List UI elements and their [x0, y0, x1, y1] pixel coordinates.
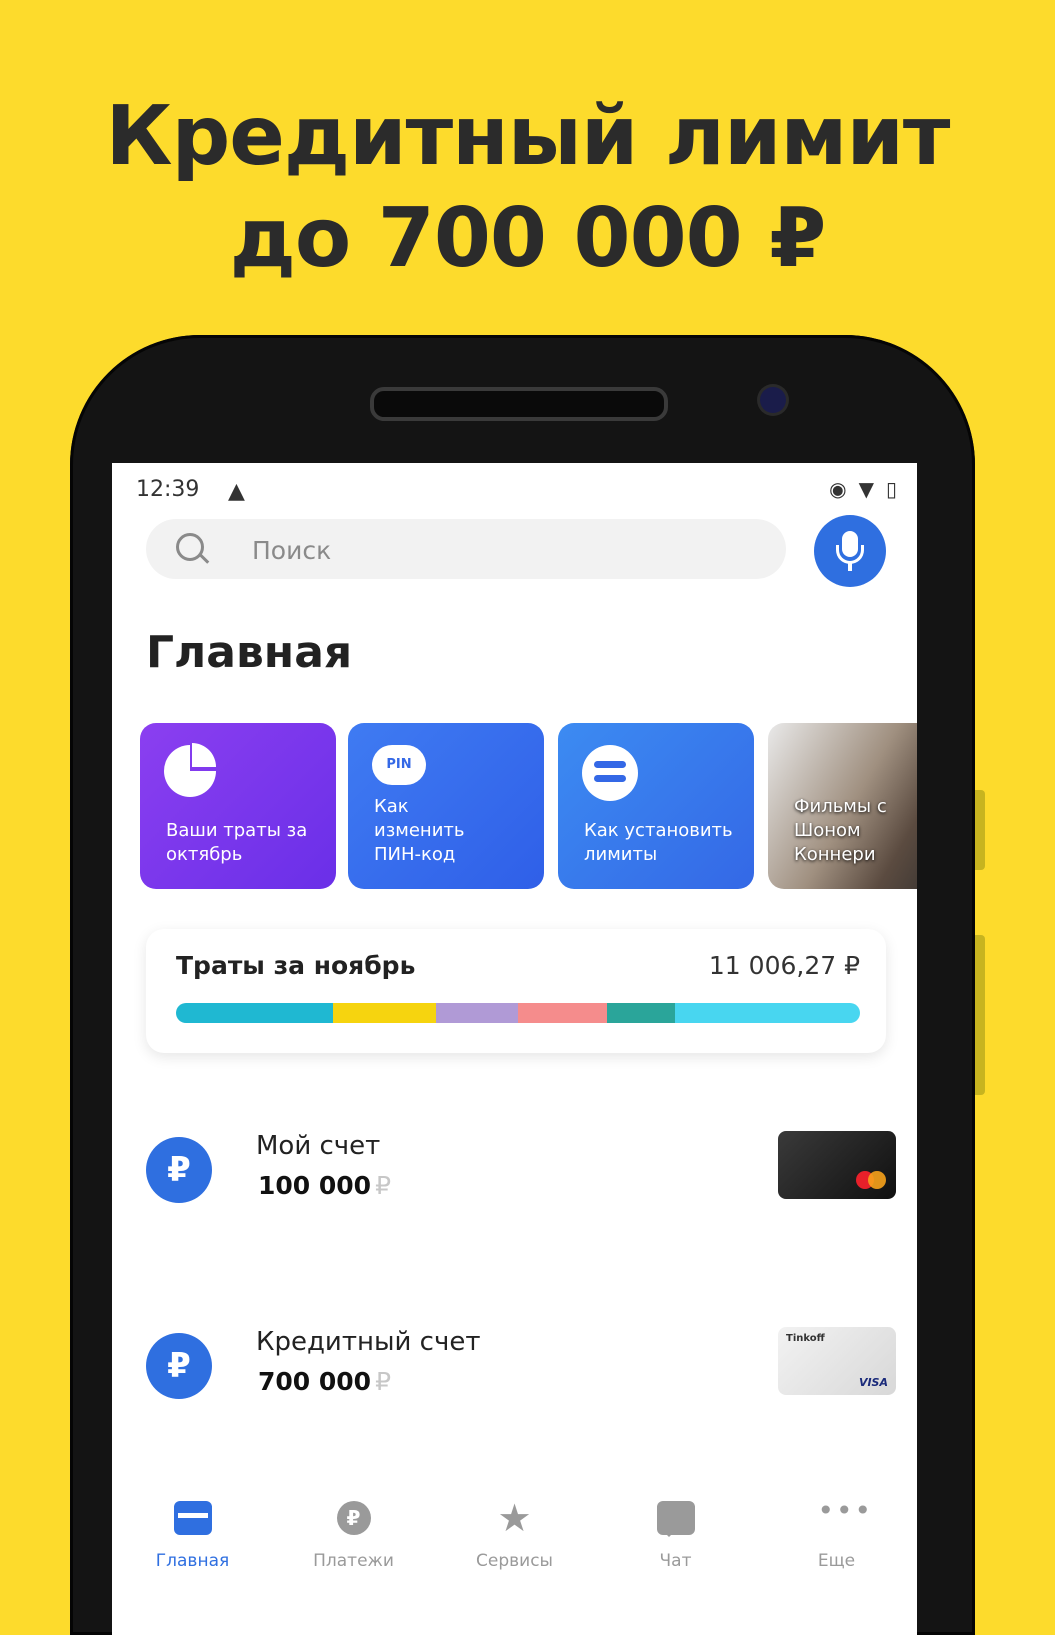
account-name: Кредитный счет [256, 1327, 481, 1357]
story-label: Фильмы с Шоном Коннери [794, 796, 887, 865]
more-icon: ••• [817, 1494, 874, 1527]
search-bar[interactable] [146, 519, 786, 579]
account-row-credit[interactable]: ₽ Кредитный счет 700 000 ₽ Tinkoff VISA [146, 1319, 896, 1419]
spending-card[interactable]: Траты за ноябрь 11 006,27 ₽ [146, 929, 886, 1053]
wifi-icon: ▼ [858, 477, 874, 501]
search-input[interactable] [250, 529, 754, 571]
tab-label: Платежи [313, 1551, 394, 1571]
search-icon [176, 533, 204, 561]
tab-label: Еще [817, 1551, 856, 1571]
story-card-movies[interactable]: Фильмы с Шоном Коннери [768, 723, 917, 889]
story-card-pin[interactable]: PIN Как изменить ПИН-код [348, 723, 544, 889]
account-name: Мой счет [256, 1131, 381, 1161]
phone-side-button [975, 790, 985, 870]
spending-segment [435, 1003, 518, 1023]
story-label: Как изменить ПИН-код [374, 796, 465, 865]
stories-carousel[interactable]: Ваши траты за октябрь PIN Как изменить П… [140, 723, 917, 889]
visa-logo: VISA [858, 1376, 888, 1389]
app-screen: 12:39 ▲ ◉ ▼ ▯ Главная Ваши траты за октя… [112, 463, 917, 1635]
tab-label: Главная [155, 1551, 230, 1571]
pin-icon: PIN [372, 745, 426, 785]
story-card-spending[interactable]: Ваши траты за октябрь [140, 723, 336, 889]
promo-title-line-2: до 700 000 ₽ [229, 191, 827, 286]
phone-frame: 12:39 ▲ ◉ ▼ ▯ Главная Ваши траты за октя… [70, 335, 985, 1635]
account-balance: 100 000 ₽ [258, 1171, 391, 1200]
phone-camera [760, 387, 786, 413]
tab-chat[interactable]: Чат [601, 1493, 751, 1603]
warning-icon: ▲ [228, 479, 245, 504]
mastercard-logo [856, 1171, 886, 1189]
story-label: Ваши траты за октябрь [166, 820, 308, 865]
spending-segment [517, 1003, 607, 1023]
tab-more[interactable]: ••• Еще [762, 1493, 912, 1603]
status-time: 12:39 [136, 477, 200, 502]
tab-services[interactable]: ★ Сервисы [440, 1493, 590, 1603]
credit-card-thumbnail: Tinkoff VISA [778, 1327, 896, 1395]
spending-segment [606, 1003, 676, 1023]
spending-segment [333, 1003, 436, 1023]
payments-icon: ₽ [336, 1501, 371, 1535]
tab-label: Сервисы [476, 1551, 553, 1571]
battery-icon: ▯ [885, 477, 897, 501]
ruble-icon: ₽ [146, 1333, 212, 1399]
promo-title-line-1: Кредитный лимит [105, 89, 951, 184]
eye-icon: ◉ [829, 477, 847, 501]
status-icons: ◉ ▼ ▯ [829, 477, 897, 501]
story-label: Как установить лимиты [584, 820, 733, 865]
spending-amount: 11 006,27 ₽ [708, 951, 860, 980]
status-bar: 12:39 ▲ ◉ ▼ ▯ [136, 477, 897, 507]
phone-volume-button [975, 935, 985, 1095]
star-icon: ★ [497, 1496, 532, 1540]
home-icon [173, 1501, 212, 1535]
limits-icon [582, 745, 638, 801]
voice-search-button[interactable] [814, 515, 886, 587]
spending-category-bar [176, 1003, 860, 1023]
bottom-tab-bar: Главная ₽ Платежи ★ Сервисы Чат ••• Еще [112, 1493, 917, 1603]
page-title: Главная [146, 627, 353, 678]
account-row-main[interactable]: ₽ Мой счет 100 000 ₽ [146, 1123, 896, 1223]
account-balance-value: 100 000 [258, 1171, 372, 1200]
pie-chart-icon [164, 743, 216, 797]
tab-payments[interactable]: ₽ Платежи [279, 1493, 429, 1603]
tab-label: Чат [659, 1551, 692, 1571]
spending-segment [675, 1003, 860, 1023]
spending-title: Траты за ноябрь [176, 951, 416, 980]
spending-segment [176, 1003, 334, 1023]
promo-title: Кредитный лимит до 700 000 ₽ [0, 86, 1055, 290]
account-currency: ₽ [375, 1171, 391, 1200]
card-brand-logo: Tinkoff [786, 1333, 825, 1344]
account-currency: ₽ [375, 1367, 391, 1396]
account-balance: 700 000 ₽ [258, 1367, 391, 1396]
ruble-icon: ₽ [146, 1137, 212, 1203]
story-card-limits[interactable]: Как установить лимиты [558, 723, 754, 889]
phone-speaker [370, 387, 668, 421]
tab-home[interactable]: Главная [118, 1493, 268, 1603]
chat-icon [656, 1501, 695, 1537]
account-balance-value: 700 000 [258, 1367, 372, 1396]
debit-card-thumbnail [778, 1131, 896, 1199]
